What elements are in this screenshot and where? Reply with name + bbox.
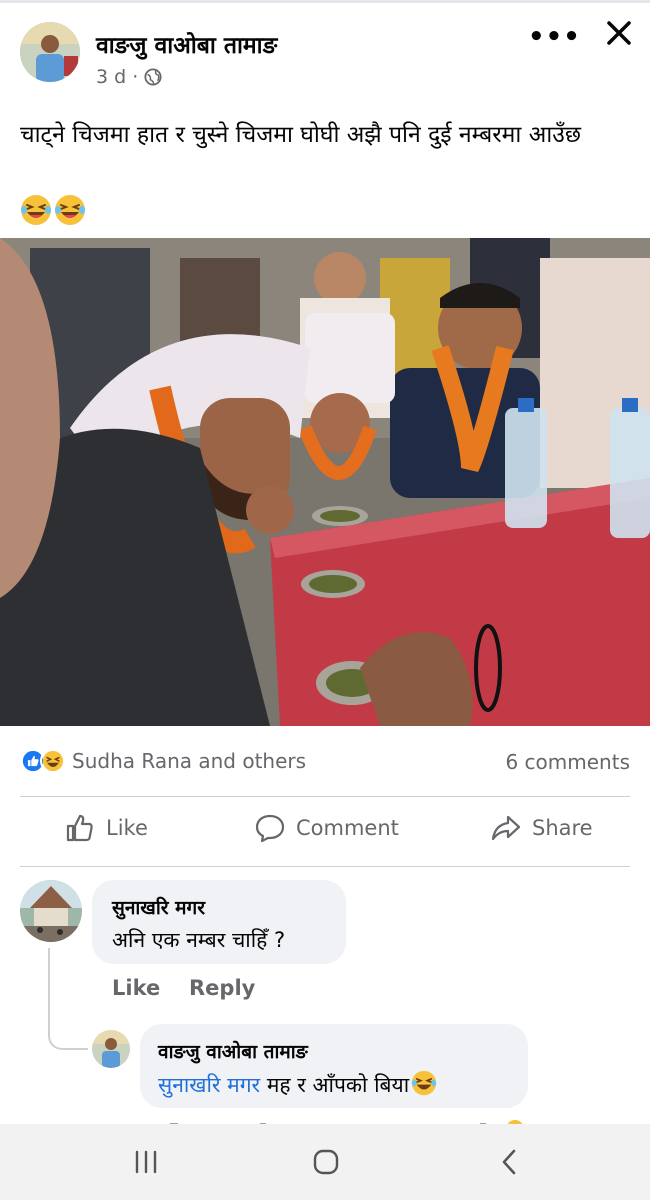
like-icon <box>66 814 93 842</box>
post-meta: 3 d · <box>96 66 162 88</box>
reactions-summary[interactable]: Sudha Rana and others <box>20 748 306 774</box>
back-icon[interactable] <box>494 1146 526 1178</box>
laughing-emoji-icon <box>21 195 51 225</box>
cut-off-content <box>160 1112 540 1124</box>
comment-text: अनि एक नम्बर चाहिँ ? <box>112 928 286 952</box>
author-avatar[interactable] <box>20 22 80 82</box>
comment-icon <box>255 814 285 843</box>
divider <box>20 866 630 867</box>
post-header: वाङजु वाओबा तामाङ 3 d · ••• <box>0 14 650 94</box>
laughing-emoji-icon <box>411 1070 437 1096</box>
like-label: Like <box>106 816 148 840</box>
reply-thread-line <box>48 948 88 1050</box>
reply-text: सुनाखरि मगर मह र आँपको बिया <box>158 1070 437 1099</box>
top-divider <box>0 0 650 3</box>
comment-label: Comment <box>296 816 399 840</box>
like-button[interactable]: Like <box>64 812 148 844</box>
reply-body: मह र आँपको बिया <box>260 1073 410 1097</box>
post-text: चाट्ने चिजमा हात र चुस्ने चिजमा घोघी अझै… <box>20 122 581 148</box>
share-icon <box>491 815 521 841</box>
close-icon[interactable] <box>602 16 636 50</box>
comment-reply-button[interactable]: Reply <box>189 976 255 1000</box>
reply-bubble[interactable]: वाङजु वाओबा तामाङ सुनाखरि मगर मह र आँपको… <box>140 1024 528 1108</box>
comment-button[interactable]: Comment <box>254 812 399 844</box>
author-name[interactable]: वाङजु वाओबा तामाङ <box>96 28 277 60</box>
reply-avatar[interactable] <box>92 1030 130 1068</box>
reply-mention[interactable]: सुनाखरि मगर <box>158 1073 260 1097</box>
recent-apps-icon[interactable] <box>130 1146 162 1178</box>
emoji-row <box>20 194 86 226</box>
divider <box>20 796 630 797</box>
more-options-button[interactable]: ••• <box>528 22 581 52</box>
globe-icon <box>144 68 162 86</box>
post-photo[interactable] <box>0 238 650 726</box>
share-label: Share <box>532 816 593 840</box>
reply-author[interactable]: वाङजु वाओबा तामाङ <box>158 1038 308 1064</box>
haha-reaction-icon <box>40 748 66 774</box>
post-time[interactable]: 3 d · <box>96 66 138 88</box>
comment-author[interactable]: सुनाखरि मगर <box>112 894 205 920</box>
android-nav-bar <box>0 1124 650 1200</box>
comment-like-button[interactable]: Like <box>112 976 160 1000</box>
comment-bubble[interactable]: सुनाखरि मगर अनि एक नम्बर चाहिँ ? <box>92 880 346 964</box>
reaction-names: Sudha Rana and others <box>72 749 307 773</box>
commenter-avatar[interactable] <box>20 880 82 942</box>
laughing-emoji-icon <box>55 195 85 225</box>
home-icon[interactable] <box>310 1146 342 1178</box>
share-button[interactable]: Share <box>490 812 593 844</box>
comments-count[interactable]: 6 comments <box>505 750 630 774</box>
